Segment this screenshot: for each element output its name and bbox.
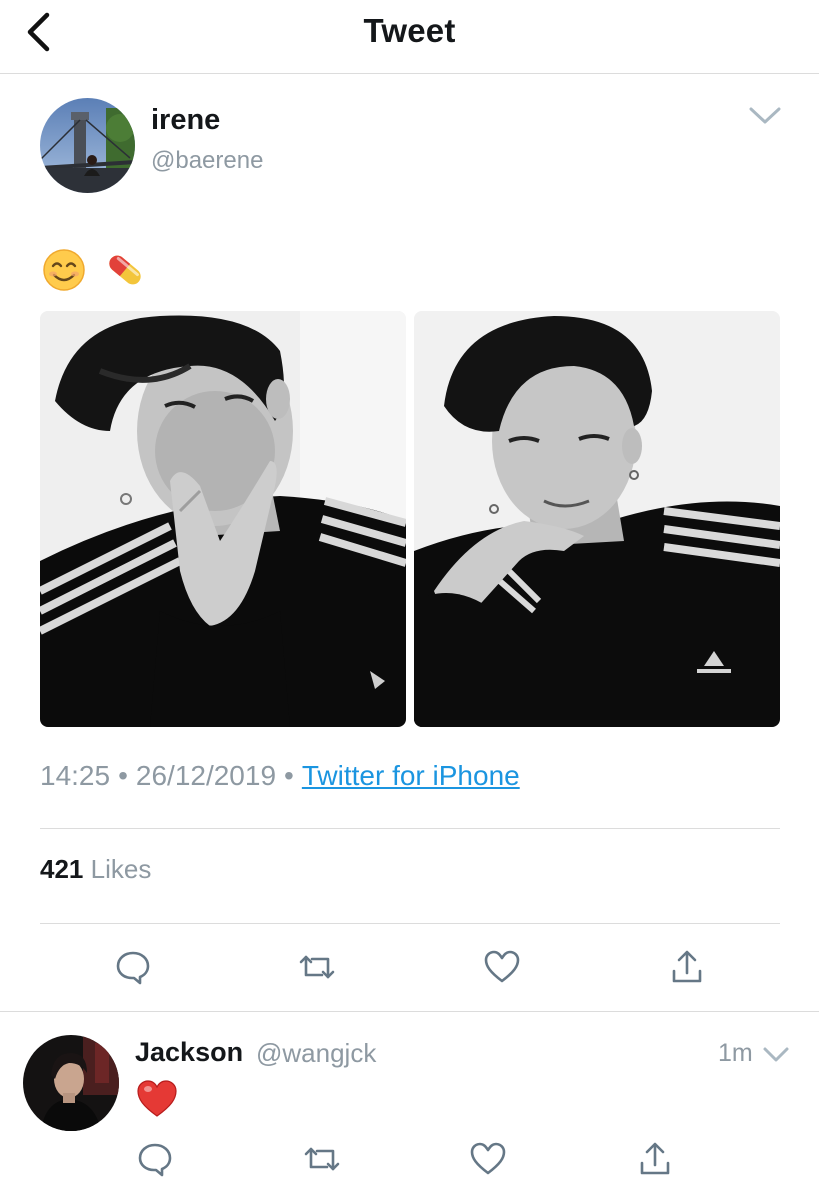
like-icon: [484, 950, 520, 983]
meta-separator: •: [284, 760, 294, 791]
meta-separator: •: [118, 760, 128, 791]
share-button[interactable]: [665, 945, 709, 989]
pill-emoji: [108, 255, 141, 285]
reply-tweet[interactable]: Jackson @wangjck 1m: [0, 1013, 819, 1200]
chevron-down-icon: [749, 107, 781, 124]
reply-avatar[interactable]: [23, 1035, 119, 1131]
tweet-time: 14:25: [40, 760, 111, 791]
author-avatar[interactable]: [40, 98, 135, 193]
reply-button[interactable]: [133, 1137, 177, 1181]
red-heart-emoji: [137, 1080, 177, 1117]
tweet-text: [42, 248, 153, 292]
likes-stat[interactable]: 421 Likes: [40, 854, 151, 885]
portrait-photo: [414, 311, 780, 727]
tweet-date: 26/12/2019: [135, 760, 277, 791]
retweet-button[interactable]: [300, 1137, 344, 1181]
portrait-photo: [40, 311, 406, 727]
tweet-photo-1[interactable]: [40, 311, 406, 727]
likes-label: Likes: [90, 854, 152, 884]
author-name[interactable]: irene: [151, 104, 220, 137]
like-icon: [470, 1142, 506, 1175]
retweet-button[interactable]: [295, 945, 339, 989]
bridge-photo-avatar: [40, 98, 135, 193]
divider: [40, 828, 780, 829]
reply-icon: [138, 1143, 172, 1177]
retweet-icon: [304, 1147, 340, 1171]
reply-options-button[interactable]: [762, 1045, 790, 1065]
author-handle[interactable]: @baerene: [151, 147, 263, 175]
top-nav-bar: Tweet: [0, 0, 819, 74]
reply-author-name[interactable]: Jackson: [135, 1037, 243, 1068]
share-icon: [640, 1142, 670, 1175]
divider: [40, 923, 780, 924]
reply-icon: [116, 951, 150, 985]
reply-button[interactable]: [111, 945, 155, 989]
tweet-meta: 14:25 • 26/12/2019 • Twitter for iPhone: [40, 760, 520, 792]
smiling-face-emoji: [43, 249, 85, 291]
retweet-icon: [299, 955, 335, 979]
like-button[interactable]: [466, 1137, 510, 1181]
reply-timestamp: 1m: [718, 1039, 753, 1067]
main-tweet: irene @baerene 14:25 • 26/12/2019 • Twit…: [0, 74, 819, 1012]
tweet-photo-2[interactable]: [414, 311, 780, 727]
person-avatar: [23, 1035, 119, 1131]
chevron-down-icon: [763, 1047, 789, 1062]
share-button[interactable]: [633, 1137, 677, 1181]
reply-author-handle[interactable]: @wangjck: [256, 1038, 376, 1069]
tweet-options-button[interactable]: [748, 104, 782, 128]
tweet-source-link[interactable]: Twitter for iPhone: [302, 760, 520, 791]
share-icon: [672, 950, 702, 983]
page-title: Tweet: [363, 12, 456, 49]
likes-count: 421: [40, 854, 84, 884]
reply-text: [136, 1079, 178, 1119]
like-button[interactable]: [480, 945, 524, 989]
